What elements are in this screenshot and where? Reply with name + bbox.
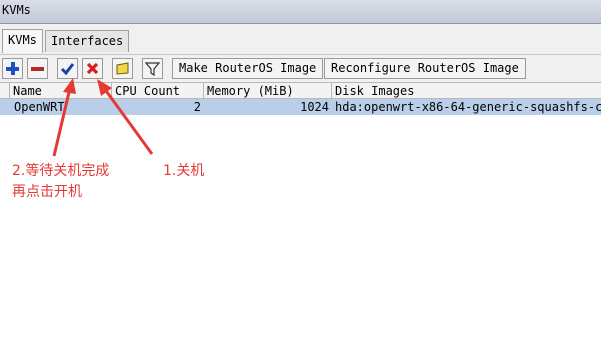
remove-button[interactable] <box>27 58 48 79</box>
tab-kvms[interactable]: KVMs <box>2 29 43 53</box>
table-header: Name CPU Count Memory (MiB) Disk Images <box>0 82 601 99</box>
filter-icon <box>145 62 160 76</box>
cell-cpu-count: 2 <box>193 100 201 114</box>
column-header-disk-images[interactable]: Disk Images <box>332 83 601 99</box>
annotation-step1: 1.关机 <box>163 163 205 179</box>
annotation-step2-line1: 2.等待关机完成 <box>12 163 110 179</box>
column-header-memory[interactable]: Memory (MiB) <box>204 83 332 99</box>
kvm-table: Name CPU Count Memory (MiB) Disk Images … <box>0 82 601 339</box>
window-titlebar: KVMs <box>0 0 601 24</box>
toolbar: Make RouterOS Image Reconfigure RouterOS… <box>0 54 601 82</box>
tab-bar: KVMs Interfaces <box>0 24 601 54</box>
tab-interfaces[interactable]: Interfaces <box>45 30 130 52</box>
annotation-step2-line2: 再点击开机 <box>12 184 82 200</box>
cell-name: OpenWRT <box>14 100 65 114</box>
enable-check-icon <box>60 63 75 76</box>
add-button[interactable] <box>2 58 23 79</box>
table-row[interactable]: OpenWRT 2 1024 hda:openwrt-x86-64-generi… <box>0 99 601 115</box>
filter-button[interactable] <box>142 58 163 79</box>
column-header-name[interactable]: Name <box>10 83 112 99</box>
header-spacer <box>0 83 10 99</box>
window-title: KVMs <box>2 3 31 17</box>
make-routeros-image-button[interactable]: Make RouterOS Image <box>172 58 324 79</box>
disable-button[interactable] <box>82 58 103 79</box>
column-header-cpu-count[interactable]: CPU Count <box>112 83 204 99</box>
add-icon <box>6 62 19 75</box>
comment-button[interactable] <box>112 58 133 79</box>
cell-disk-images: hda:openwrt-x86-64-generic-squashfs-co <box>335 100 601 114</box>
comment-note-icon <box>116 62 129 75</box>
disable-x-icon <box>86 62 99 75</box>
reconfigure-routeros-image-button[interactable]: Reconfigure RouterOS Image <box>324 58 526 79</box>
enable-button[interactable] <box>57 58 78 79</box>
remove-icon <box>31 67 44 71</box>
cell-memory: 1024 <box>300 100 329 114</box>
